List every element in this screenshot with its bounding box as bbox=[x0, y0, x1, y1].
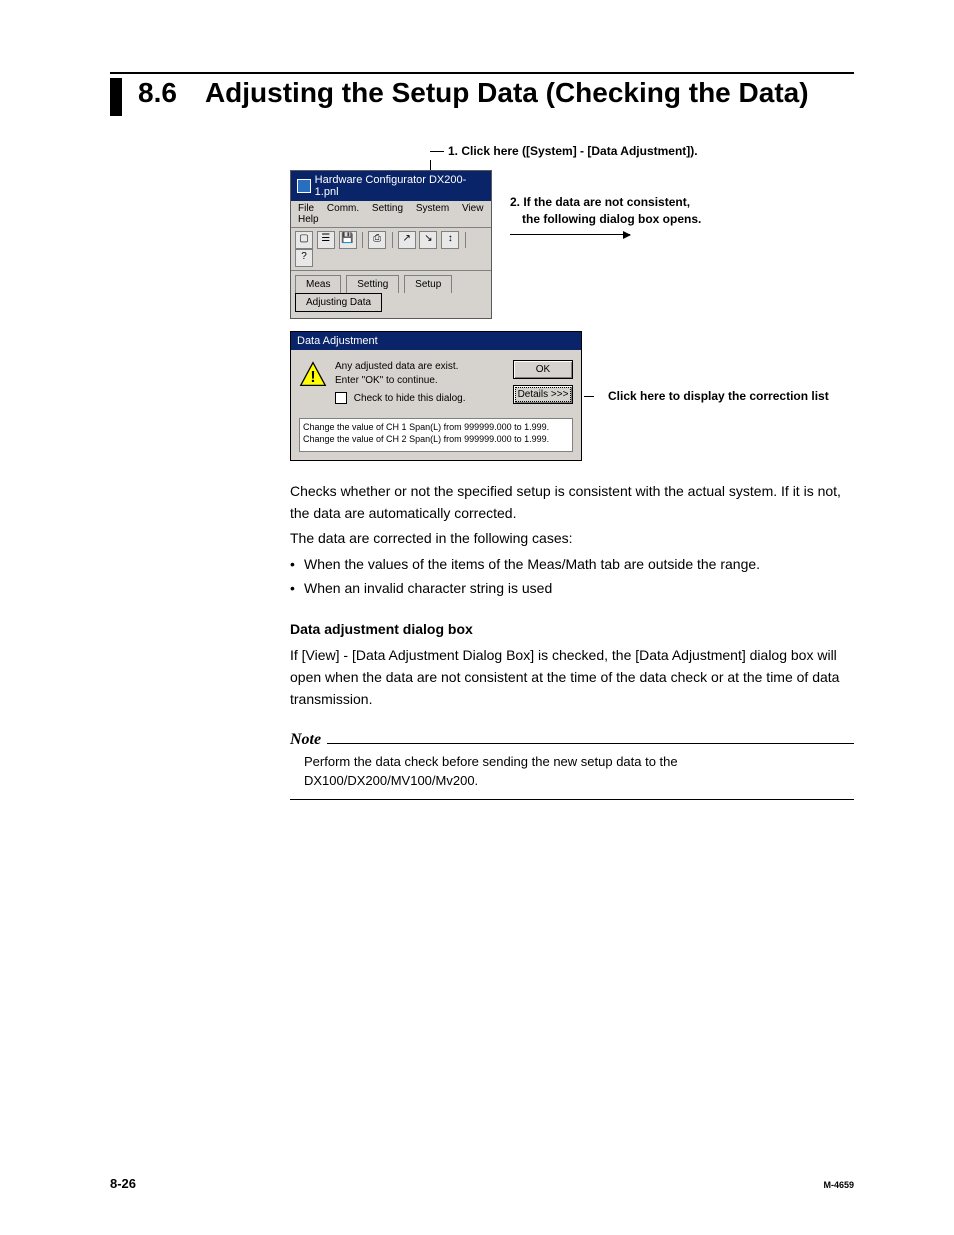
data-adjustment-dialog: Data Adjustment ! Any adjusted data are … bbox=[290, 331, 582, 461]
section-number: 8.6 bbox=[138, 78, 177, 109]
dialog-message: Any adjusted data are exist. Enter "OK" … bbox=[335, 360, 507, 406]
details-button[interactable]: Details >>> bbox=[513, 385, 573, 404]
leader-line bbox=[430, 160, 431, 170]
note-label: Note bbox=[290, 728, 327, 753]
top-rule bbox=[110, 72, 854, 74]
figure-area: 1. Click here ([System] - [Data Adjustme… bbox=[290, 144, 854, 461]
note-text: Perform the data check before sending th… bbox=[290, 744, 854, 799]
callout-step-2-line2: the following dialog box opens. bbox=[510, 211, 701, 228]
page-number: 8-26 bbox=[110, 1176, 136, 1191]
new-icon[interactable]: ▢ bbox=[295, 231, 313, 249]
callout-details: Click here to display the correction lis… bbox=[608, 389, 829, 403]
subheading: Data adjustment dialog box bbox=[290, 619, 854, 641]
adjust-icon[interactable]: ↕ bbox=[441, 231, 459, 249]
tab-setup[interactable]: Setup bbox=[404, 275, 452, 293]
menu-setting[interactable]: Setting bbox=[367, 202, 408, 215]
toolbar-separator bbox=[392, 232, 393, 248]
arrow-right-icon bbox=[510, 234, 630, 235]
help-icon[interactable]: ? bbox=[295, 249, 313, 267]
section-title: Adjusting the Setup Data (Checking the D… bbox=[205, 78, 809, 109]
paragraph: If [View] - [Data Adjustment Dialog Box]… bbox=[290, 645, 854, 710]
save-icon[interactable]: 💾 bbox=[339, 231, 357, 249]
dialog-msg-line1: Any adjusted data are exist. bbox=[335, 360, 507, 374]
tab-adjusting-data[interactable]: Adjusting Data bbox=[295, 293, 382, 312]
window-title: Hardware Configurator DX200-1.pnl bbox=[315, 174, 485, 198]
open-icon[interactable]: ☰ bbox=[317, 231, 335, 249]
page-footer: 8-26 M-4659 bbox=[110, 1176, 854, 1191]
menu-bar: File Comm. Setting System View Help bbox=[291, 201, 491, 228]
callout-step-2-line1: 2. If the data are not consistent, bbox=[510, 194, 701, 211]
toolbar-separator bbox=[362, 232, 363, 248]
note-box: Note Perform the data check before sendi… bbox=[290, 728, 854, 800]
bullet-item: •When an invalid character string is use… bbox=[290, 578, 854, 600]
warning-icon: ! bbox=[299, 360, 327, 388]
callout-step-2: 2. If the data are not consistent, the f… bbox=[510, 194, 701, 235]
tab-row: Meas Setting Setup Adjusting Data bbox=[291, 271, 491, 318]
toolbar: ▢ ☰ 💾 ⎙ ↗ ↘ ↕ ? bbox=[291, 228, 491, 271]
list-item: Change the value of CH 2 Span(L) from 99… bbox=[303, 434, 569, 446]
correction-list: Change the value of CH 1 Span(L) from 99… bbox=[299, 418, 573, 452]
ok-button[interactable]: OK bbox=[513, 360, 573, 379]
callout-step-1: 1. Click here ([System] - [Data Adjustme… bbox=[430, 144, 854, 158]
paragraph: The data are corrected in the following … bbox=[290, 528, 854, 550]
hide-dialog-label: Check to hide this dialog. bbox=[354, 393, 466, 404]
print-icon[interactable]: ⎙ bbox=[368, 231, 386, 249]
app-window: Hardware Configurator DX200-1.pnl File C… bbox=[290, 170, 492, 319]
svg-text:!: ! bbox=[310, 369, 315, 386]
dialog-msg-line2: Enter "OK" to continue. bbox=[335, 374, 507, 388]
menu-help[interactable]: Help bbox=[293, 213, 324, 226]
hide-dialog-checkbox[interactable] bbox=[335, 392, 347, 404]
menu-comm[interactable]: Comm. bbox=[322, 202, 364, 215]
send-icon[interactable]: ↗ bbox=[398, 231, 416, 249]
list-item: Change the value of CH 1 Span(L) from 99… bbox=[303, 422, 569, 434]
toolbar-separator bbox=[465, 232, 466, 248]
app-icon bbox=[297, 179, 311, 193]
note-rule bbox=[290, 799, 854, 800]
doc-number: M-4659 bbox=[823, 1180, 854, 1190]
leader-line bbox=[584, 396, 594, 397]
window-titlebar: Hardware Configurator DX200-1.pnl bbox=[291, 171, 491, 201]
menu-system[interactable]: System bbox=[411, 202, 454, 215]
receive-icon[interactable]: ↘ bbox=[419, 231, 437, 249]
menu-view[interactable]: View bbox=[457, 202, 489, 215]
tab-setting[interactable]: Setting bbox=[346, 275, 399, 293]
tab-meas[interactable]: Meas bbox=[295, 275, 341, 293]
bullet-item: •When the values of the items of the Mea… bbox=[290, 554, 854, 576]
section-heading: 8.6 Adjusting the Setup Data (Checking t… bbox=[110, 78, 854, 116]
dialog-title: Data Adjustment bbox=[291, 332, 581, 350]
heading-marker bbox=[110, 78, 122, 116]
paragraph: Checks whether or not the specified setu… bbox=[290, 481, 854, 524]
body-text: Checks whether or not the specified setu… bbox=[290, 481, 854, 800]
